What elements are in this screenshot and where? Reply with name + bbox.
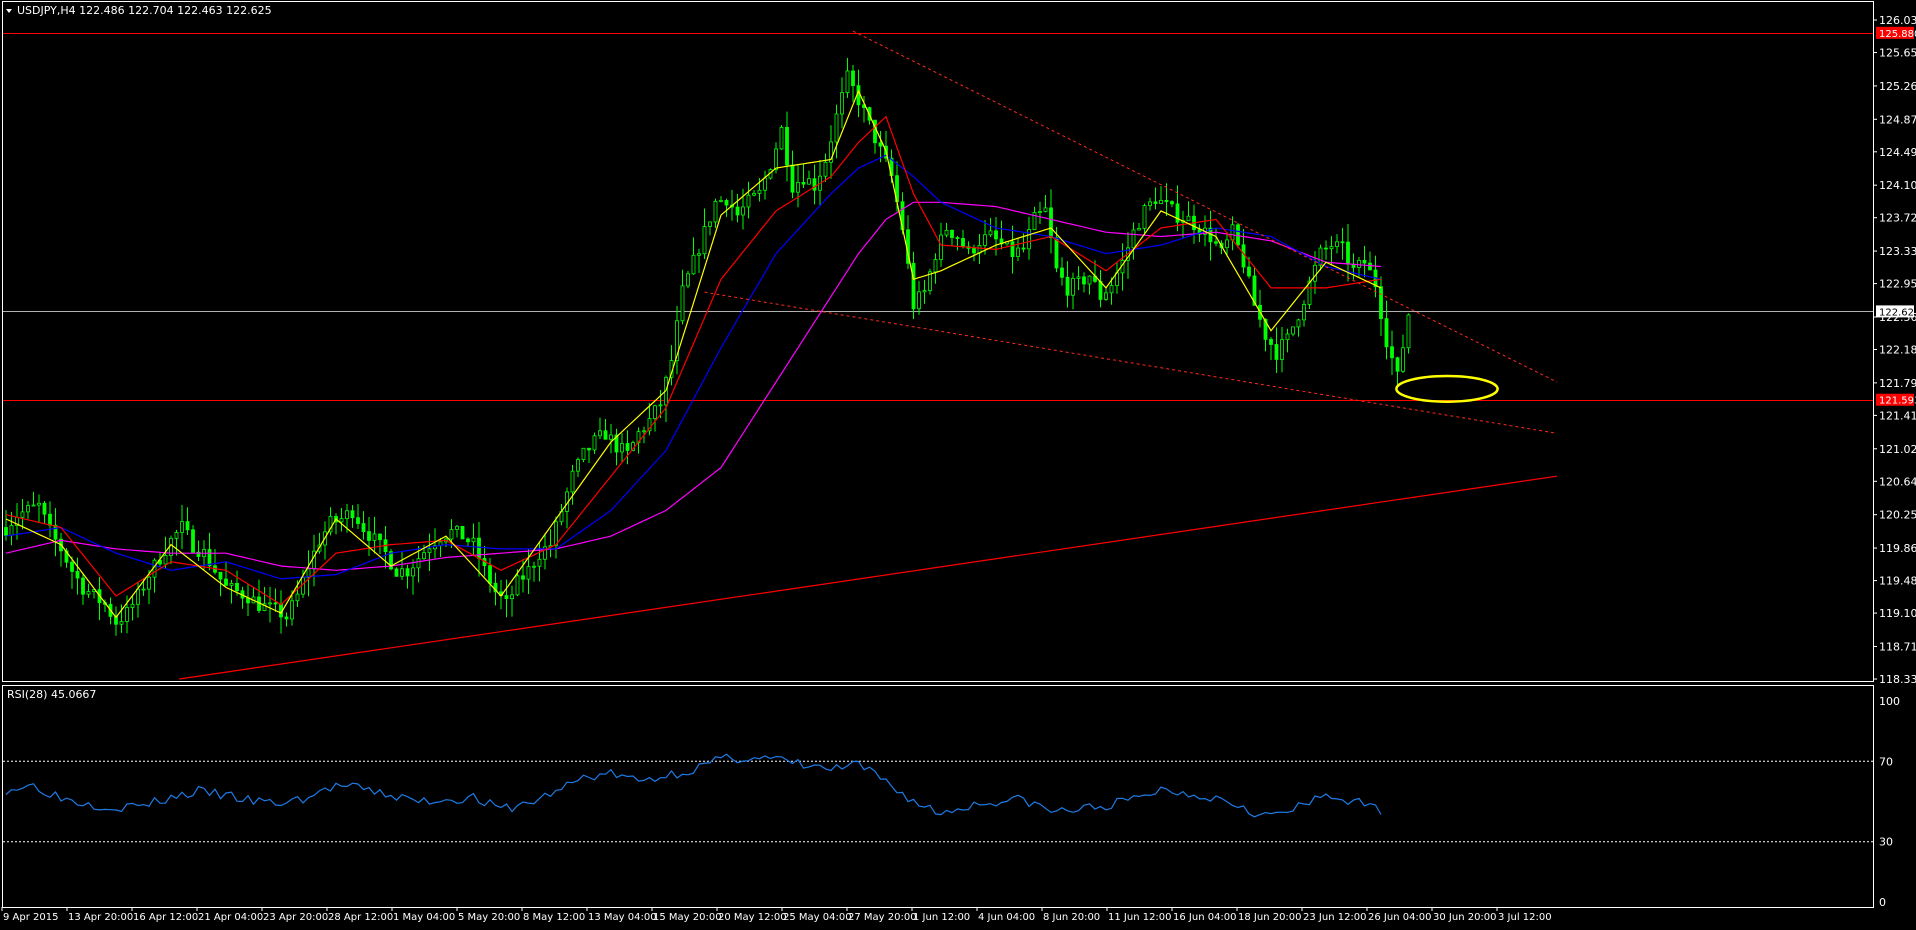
x-tick-label: 30 Jun 20:00	[1433, 912, 1497, 923]
rsi-axis-label: 70	[1879, 755, 1893, 768]
y-tick-label: 124.100	[1879, 179, 1916, 192]
x-tick-label: 8 May 12:00	[523, 912, 585, 923]
x-tick-label: 23 Apr 20:00	[263, 912, 328, 923]
rsi-axis-label: 30	[1879, 836, 1893, 849]
svg-text:122.625: 122.625	[1879, 307, 1916, 318]
candle	[686, 270, 690, 289]
y-tick-label: 118.330	[1879, 673, 1916, 686]
candle	[394, 567, 399, 577]
x-tick-label: 5 May 20:00	[458, 912, 520, 923]
x-tick-label: 13 May 04:00	[588, 912, 657, 923]
x-tick-label: 16 Apr 12:00	[133, 912, 198, 923]
y-tick-label: 121.020	[1879, 443, 1916, 456]
y-tick-label: 122.180	[1879, 344, 1916, 357]
candle	[460, 525, 465, 540]
y-tick-label: 123.330	[1879, 245, 1916, 258]
candle	[1406, 313, 1411, 354]
x-tick-label: 8 Jun 20:00	[1043, 912, 1100, 923]
price-box-2: 121.593	[1876, 393, 1916, 407]
y-tick-label: 123.720	[1879, 212, 1916, 225]
candle	[389, 549, 393, 571]
x-tick-label: 18 Jun 20:00	[1238, 912, 1302, 923]
chart-root: 126.030 125.650 125.260 124.870 124.490 124.1…	[0, 0, 1916, 926]
x-tick-label: 11 Jun 12:00	[1108, 912, 1172, 923]
x-tick-label: 21 Apr 04:00	[198, 912, 263, 923]
x-tick-label: 4 Jun 04:00	[978, 912, 1035, 923]
svg-text:125.880: 125.880	[1879, 29, 1916, 40]
rsi-axis-label: 0	[1879, 896, 1886, 909]
y-tick-label: 119.480	[1879, 575, 1916, 588]
y-tick-label: 125.650	[1879, 47, 1916, 60]
y-tick-label: 119.100	[1879, 607, 1916, 620]
rsi-axis-label: 100	[1879, 695, 1900, 708]
price-box-0: 125.880	[1876, 26, 1916, 40]
y-tick-label: 120.250	[1879, 509, 1916, 522]
x-tick-label: 9 Apr 2015	[3, 912, 58, 923]
y-tick-label: 122.950	[1879, 278, 1916, 291]
y-tick-label: 121.790	[1879, 377, 1916, 390]
x-tick-label: 15 May 20:00	[653, 912, 722, 923]
svg-text:121.593: 121.593	[1879, 396, 1916, 407]
x-tick-label: 20 May 12:00	[718, 912, 787, 923]
x-tick-label: 3 Jul 12:00	[1498, 912, 1552, 923]
chart-svg: 126.030 125.650 125.260 124.870 124.490 124.1…	[0, 0, 1916, 926]
y-tick-label: 121.410	[1879, 409, 1916, 422]
price-box-1: 122.625	[1876, 305, 1916, 318]
x-tick-label: 16 Jun 04:00	[1173, 912, 1237, 923]
y-tick-label: 125.260	[1879, 80, 1916, 93]
x-tick-label: 23 Jun 12:00	[1303, 912, 1367, 923]
x-tick-label: 27 May 20:00	[848, 912, 917, 923]
x-tick-label: 25 May 04:00	[783, 912, 852, 923]
x-tick-label: 26 Jun 04:00	[1368, 912, 1432, 923]
candle	[1142, 203, 1147, 233]
y-tick-label: 124.870	[1879, 113, 1916, 126]
y-tick-label: 118.710	[1879, 640, 1916, 653]
symbol-header: USDJPY,H4 122.486 122.704 122.463 122.62…	[17, 4, 272, 17]
candle	[779, 125, 784, 150]
y-tick-label: 120.640	[1879, 475, 1916, 488]
x-tick-label: 13 Apr 20:00	[68, 912, 133, 923]
x-tick-label: 1 Jun 12:00	[913, 912, 970, 923]
y-axis: 126.030 125.650 125.260 124.870 124.490 124.1…	[1873, 14, 1916, 686]
y-tick-label: 119.860	[1879, 542, 1916, 555]
x-tick-label: 28 Apr 12:00	[328, 912, 393, 923]
candle	[928, 268, 932, 295]
y-tick-label: 124.490	[1879, 146, 1916, 159]
y-tick-label: 126.030	[1879, 14, 1916, 27]
rsi-header: RSI(28) 45.0667	[7, 688, 96, 701]
x-tick-label: 1 May 04:00	[393, 912, 455, 923]
